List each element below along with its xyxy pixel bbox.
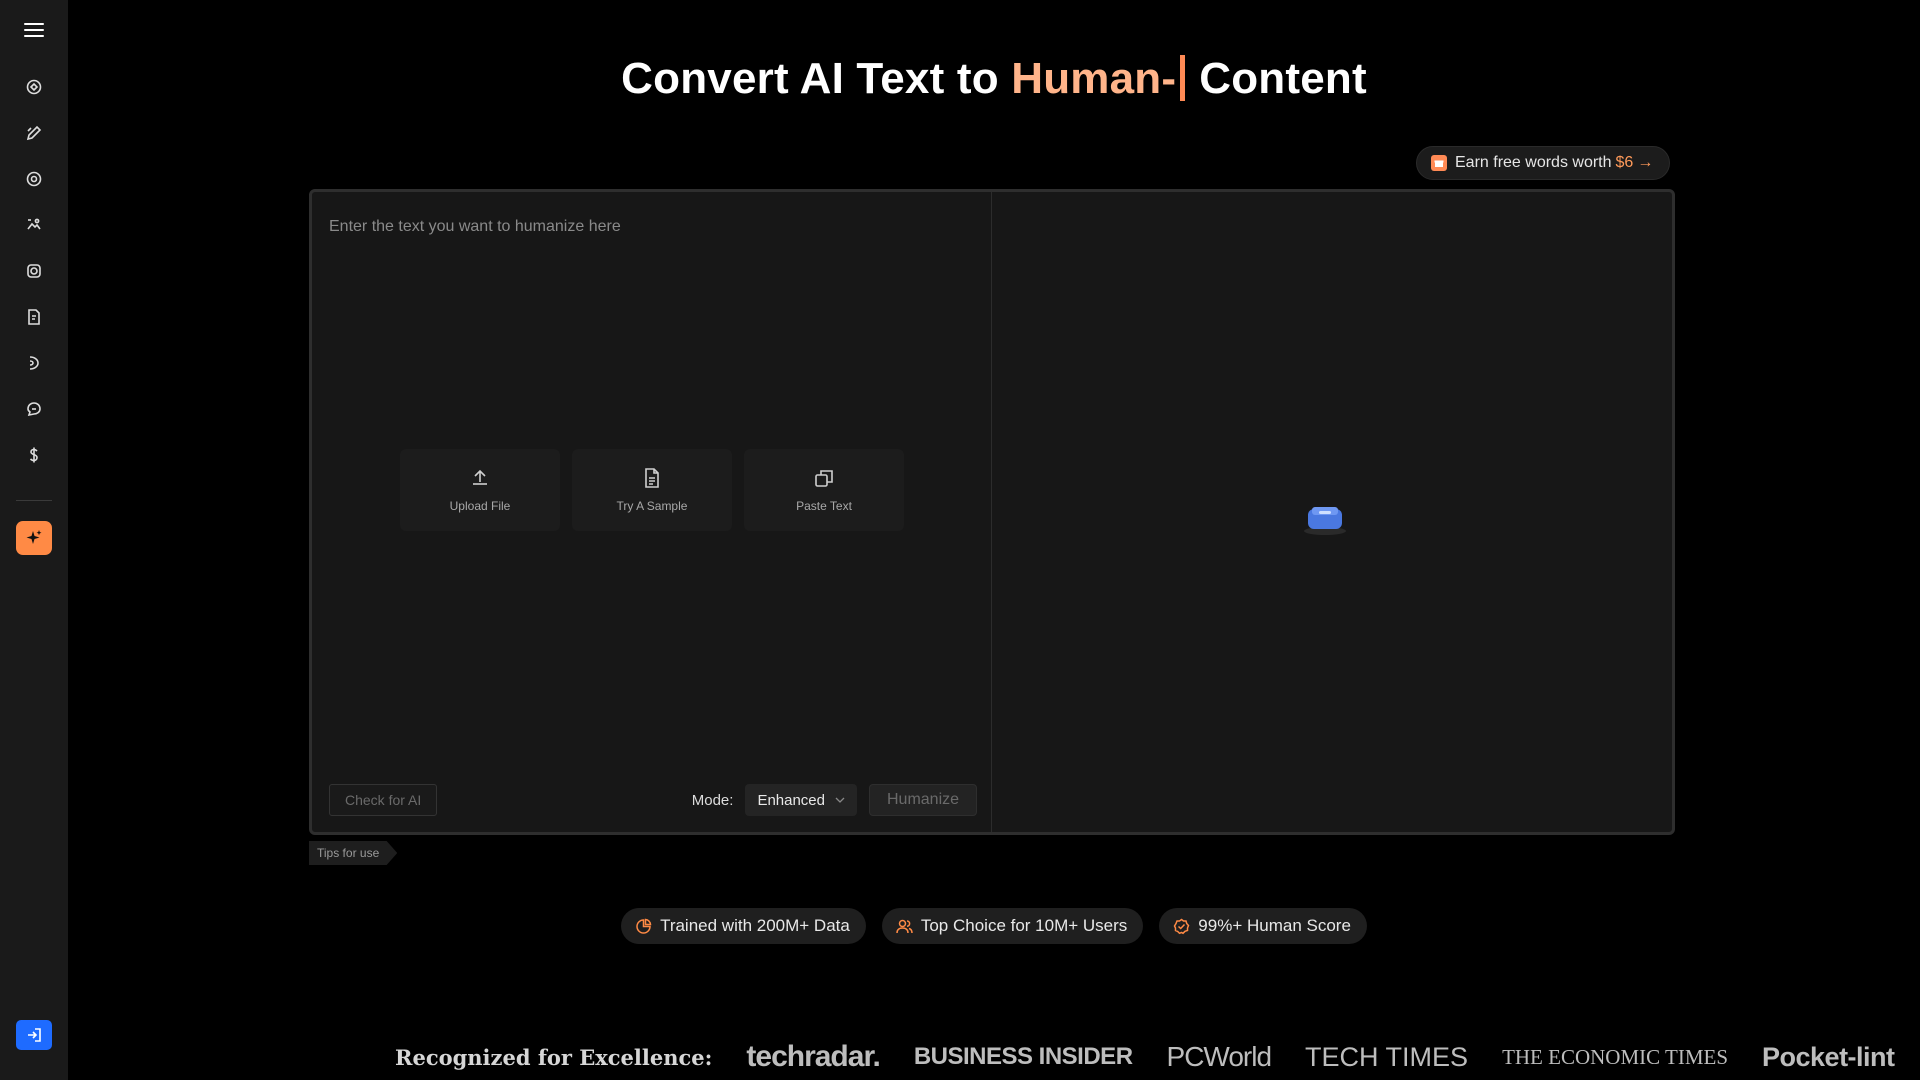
earn-label: Earn free words worth [1455, 154, 1612, 171]
recognized-title: Recognized for Excellence: [395, 1044, 713, 1070]
typing-caret [1180, 55, 1186, 101]
sidebar-divider [16, 500, 52, 501]
chat-icon[interactable] [14, 386, 54, 432]
main-content: Convert AI Text to Human- Content Earn fr… [68, 0, 1920, 1080]
pen-icon[interactable] [14, 110, 54, 156]
logo-business-insider: BUSINESS INSIDER [913, 1043, 1133, 1070]
copy-icon [815, 470, 833, 487]
input-pane: Upload File Try A Sample Paste Text Chec… [312, 192, 992, 832]
logo-pcworld: PCWorld [1166, 1041, 1273, 1072]
try-sample-button[interactable]: Try A Sample [572, 449, 732, 531]
chart-pie-icon [636, 918, 652, 934]
detector-icon[interactable] [14, 156, 54, 202]
trust-badges: Trained with 200M+ Data Top Choice for 1… [68, 908, 1920, 944]
page-title: Convert AI Text to Human- Content [68, 54, 1920, 104]
sidebar-nav [14, 64, 54, 478]
earn-free-words-button[interactable]: Earn free words worth $6 → [1416, 146, 1671, 180]
gift-icon [1431, 155, 1447, 171]
chevron-down-icon [835, 797, 845, 803]
doc-icon[interactable] [14, 294, 54, 340]
logo-economic-times: THE ECONOMIC TIMES [1502, 1044, 1729, 1069]
document-icon [645, 468, 659, 488]
title-suffix: Content [1199, 54, 1367, 103]
badge-top-choice-label: Top Choice for 10M+ Users [920, 916, 1128, 935]
badge-top-choice: Top Choice for 10M+ Users [881, 908, 1144, 944]
upload-icon [473, 469, 487, 485]
users-icon [896, 919, 913, 933]
ai-sparkle-button[interactable] [16, 521, 52, 555]
mode-value: Enhanced [757, 791, 825, 809]
image-icon[interactable] [14, 202, 54, 248]
recognized-logos: Recognized for Excellence: techradar. BU… [395, 1040, 1895, 1074]
logo-tech-times: TECH TIMES [1305, 1042, 1469, 1072]
badge-human-score-label: 99%+ Human Score [1198, 916, 1351, 935]
pricing-icon[interactable] [14, 432, 54, 478]
check-badge-icon [1173, 918, 1190, 934]
mode-select[interactable]: Enhanced [745, 784, 857, 816]
paste-text-button[interactable]: Paste Text [744, 449, 904, 531]
title-highlight: Human- [1011, 54, 1177, 103]
grammar-icon[interactable] [14, 248, 54, 294]
upload-file-button[interactable]: Upload File [400, 449, 560, 531]
mode-controls: Mode: Enhanced Humanize [692, 784, 977, 816]
arrow-right-icon: → [1637, 154, 1654, 171]
try-sample-label: Try A Sample [616, 499, 688, 513]
logo-pocketlint: Pocket-lint [1762, 1041, 1895, 1072]
upload-file-label: Upload File [449, 499, 511, 513]
title-prefix: Convert AI Text to [621, 54, 999, 103]
badge-human-score: 99%+ Human Score [1159, 908, 1367, 944]
sidebar [0, 0, 68, 1080]
output-pane [992, 192, 1672, 832]
menu-icon[interactable] [18, 18, 50, 42]
earn-amount: $6 [1615, 154, 1634, 171]
paste-text-label: Paste Text [796, 499, 852, 513]
editor-toolbar: Check for AI Mode: Enhanced Humanize [329, 784, 977, 816]
logo-techradar: techradar. [746, 1040, 880, 1073]
badge-trained-data: Trained with 200M+ Data [621, 908, 866, 944]
tips-for-use-tab[interactable]: Tips for use [309, 841, 398, 865]
humanizer-editor: Upload File Try A Sample Paste Text Chec… [309, 189, 1675, 835]
text-input[interactable] [329, 212, 969, 242]
humanizer-icon[interactable] [14, 64, 54, 110]
voice-icon[interactable] [14, 340, 54, 386]
input-actions: Upload File Try A Sample Paste Text [400, 449, 904, 531]
empty-box-icon [1304, 507, 1346, 535]
login-button[interactable] [16, 1020, 52, 1050]
badge-trained-data-label: Trained with 200M+ Data [660, 916, 850, 935]
check-for-ai-button[interactable]: Check for AI [329, 784, 438, 816]
humanize-button[interactable]: Humanize [869, 784, 977, 816]
mode-label: Mode: [691, 791, 734, 809]
